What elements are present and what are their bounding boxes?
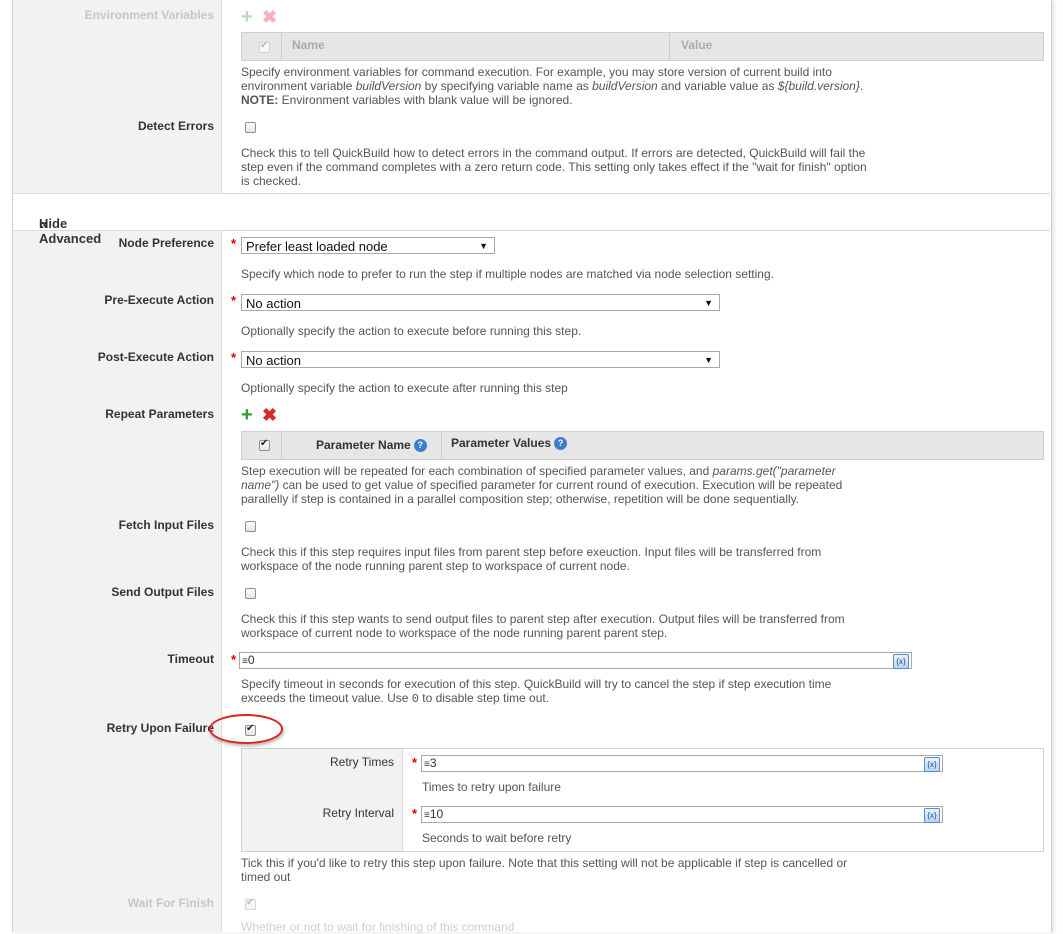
add-icon[interactable]: + (241, 7, 253, 27)
repeat-params-help: Step execution will be repeated for each… (241, 464, 843, 506)
required-marker: * (412, 806, 418, 821)
retry-help: Tick this if you'd like to retry this st… (241, 856, 848, 884)
retry-interval-label: Retry Interval (322, 806, 394, 820)
hide-advanced-toggle[interactable]: Hide Advanced « (13, 193, 1050, 246)
dropdown-arrow-icon: ▼ (704, 298, 713, 308)
col-value: Value (681, 38, 713, 52)
label-column-advanced (13, 231, 222, 932)
timeout-help: Specify timeout in seconds for execution… (241, 677, 832, 706)
highlight-circle (209, 714, 283, 744)
expression-editor-icon[interactable]: {x} (893, 654, 909, 669)
env-vars-help: Specify environment variables for comman… (241, 65, 864, 107)
fetch-input-help: Check this if this step requires input f… (241, 545, 822, 573)
fetch-input-label: Fetch Input Files (118, 518, 214, 532)
timeout-label: Timeout (167, 652, 214, 666)
expression-editor-icon[interactable]: {x} (924, 808, 940, 823)
retry-interval-help: Seconds to wait before retry (422, 831, 572, 845)
post-execute-help: Optionally specify the action to execute… (241, 381, 568, 395)
add-icon[interactable]: + (241, 405, 253, 425)
repeat-params-label: Repeat Parameters (105, 407, 214, 421)
retry-label: Retry Upon Failure (106, 721, 214, 735)
help-icon[interactable]: ? (554, 437, 568, 451)
expression-editor-icon[interactable]: {x} (924, 757, 940, 772)
timeout-input[interactable]: ≡0 {x} (239, 652, 912, 669)
send-output-checkbox[interactable] (245, 588, 256, 599)
dropdown-arrow-icon: ▼ (479, 241, 488, 251)
label-column-top (13, 0, 222, 193)
required-marker: * (231, 652, 237, 667)
retry-times-label: Retry Times (329, 755, 394, 769)
node-preference-label: Node Preference (118, 236, 214, 250)
required-marker: * (231, 350, 237, 365)
env-vars-grid-header: Name Value (241, 32, 1044, 61)
post-execute-label: Post-Execute Action (97, 350, 214, 364)
post-execute-select[interactable]: No action ▼ (241, 351, 720, 368)
retry-interval-input[interactable]: ≡10 {x} (421, 806, 943, 823)
detect-errors-checkbox[interactable] (245, 122, 256, 133)
required-marker: * (231, 293, 237, 308)
detect-errors-help: Check this to tell QuickBuild how to det… (241, 146, 867, 188)
collapse-icon: « (39, 216, 48, 233)
retry-times-input[interactable]: ≡3 {x} (421, 755, 943, 772)
select-all-checkbox[interactable] (259, 40, 270, 53)
node-preference-select[interactable]: Prefer least loaded node ▼ (241, 237, 495, 254)
wait-finish-label: Wait For Finish (127, 896, 214, 910)
pre-execute-label: Pre-Execute Action (104, 293, 214, 307)
required-marker: * (412, 755, 418, 770)
retry-settings-panel: Retry Times * ≡3 {x} Times to retry upon… (241, 748, 1044, 852)
repeat-params-grid-header: Parameter Name? Parameter Values? (241, 431, 1044, 460)
col-parameter-name: Parameter Name? (316, 438, 427, 453)
col-parameter-values: Parameter Values? (451, 436, 568, 451)
env-vars-label: Environment Variables (84, 8, 214, 22)
pre-execute-help: Optionally specify the action to execute… (241, 324, 582, 338)
retry-times-help: Times to retry upon failure (422, 780, 561, 794)
send-output-label: Send Output Files (111, 585, 214, 599)
fetch-input-checkbox[interactable] (245, 521, 256, 532)
dropdown-arrow-icon: ▼ (704, 355, 713, 365)
required-marker: * (231, 236, 237, 251)
pre-execute-select[interactable]: No action ▼ (241, 294, 720, 311)
delete-icon[interactable]: ✖ (262, 8, 277, 26)
wait-finish-checkbox[interactable] (245, 897, 256, 910)
delete-icon[interactable]: ✖ (262, 406, 277, 424)
help-icon[interactable]: ? (413, 439, 427, 453)
detect-errors-label: Detect Errors (137, 119, 214, 133)
select-all-checkbox[interactable] (259, 438, 270, 451)
send-output-help: Check this if this step wants to send ou… (241, 612, 845, 640)
node-preference-help: Specify which node to prefer to run the … (241, 267, 774, 281)
col-name: Name (292, 38, 325, 52)
